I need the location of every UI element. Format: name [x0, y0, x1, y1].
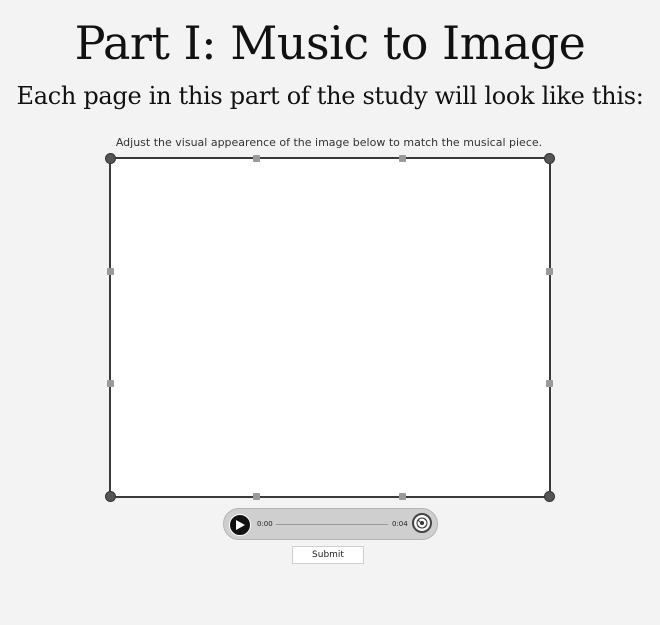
- edge-handle-top-1[interactable]: [253, 155, 260, 162]
- page-title: Part I: Music to Image: [74, 16, 586, 70]
- speaker-dial-icon: [416, 517, 428, 529]
- audio-settings-button[interactable]: [412, 513, 432, 533]
- submit-button[interactable]: Submit: [292, 546, 364, 564]
- image-canvas[interactable]: [105, 153, 555, 502]
- edge-handle-left-2[interactable]: [107, 380, 114, 387]
- edge-handle-top-2[interactable]: [399, 155, 406, 162]
- audio-player: 0:00 0:04: [223, 508, 438, 540]
- edge-handle-left-1[interactable]: [107, 268, 114, 275]
- resize-handle-bottom-left[interactable]: [105, 491, 116, 502]
- edge-handle-bottom-1[interactable]: [253, 493, 260, 500]
- page-subtitle: Each page in this part of the study will…: [16, 82, 644, 110]
- play-icon: [236, 520, 245, 530]
- resize-handle-top-left[interactable]: [105, 153, 116, 164]
- total-time: 0:04: [392, 520, 408, 528]
- task-instruction: Adjust the visual appearence of the imag…: [115, 136, 543, 149]
- edge-handle-right-2[interactable]: [546, 380, 553, 387]
- edge-handle-right-1[interactable]: [546, 268, 553, 275]
- resize-handle-top-right[interactable]: [544, 153, 555, 164]
- play-button[interactable]: [229, 514, 251, 536]
- resize-handle-bottom-right[interactable]: [544, 491, 555, 502]
- current-time: 0:00: [257, 520, 273, 528]
- progress-track[interactable]: [276, 524, 388, 525]
- edge-handle-bottom-2[interactable]: [399, 493, 406, 500]
